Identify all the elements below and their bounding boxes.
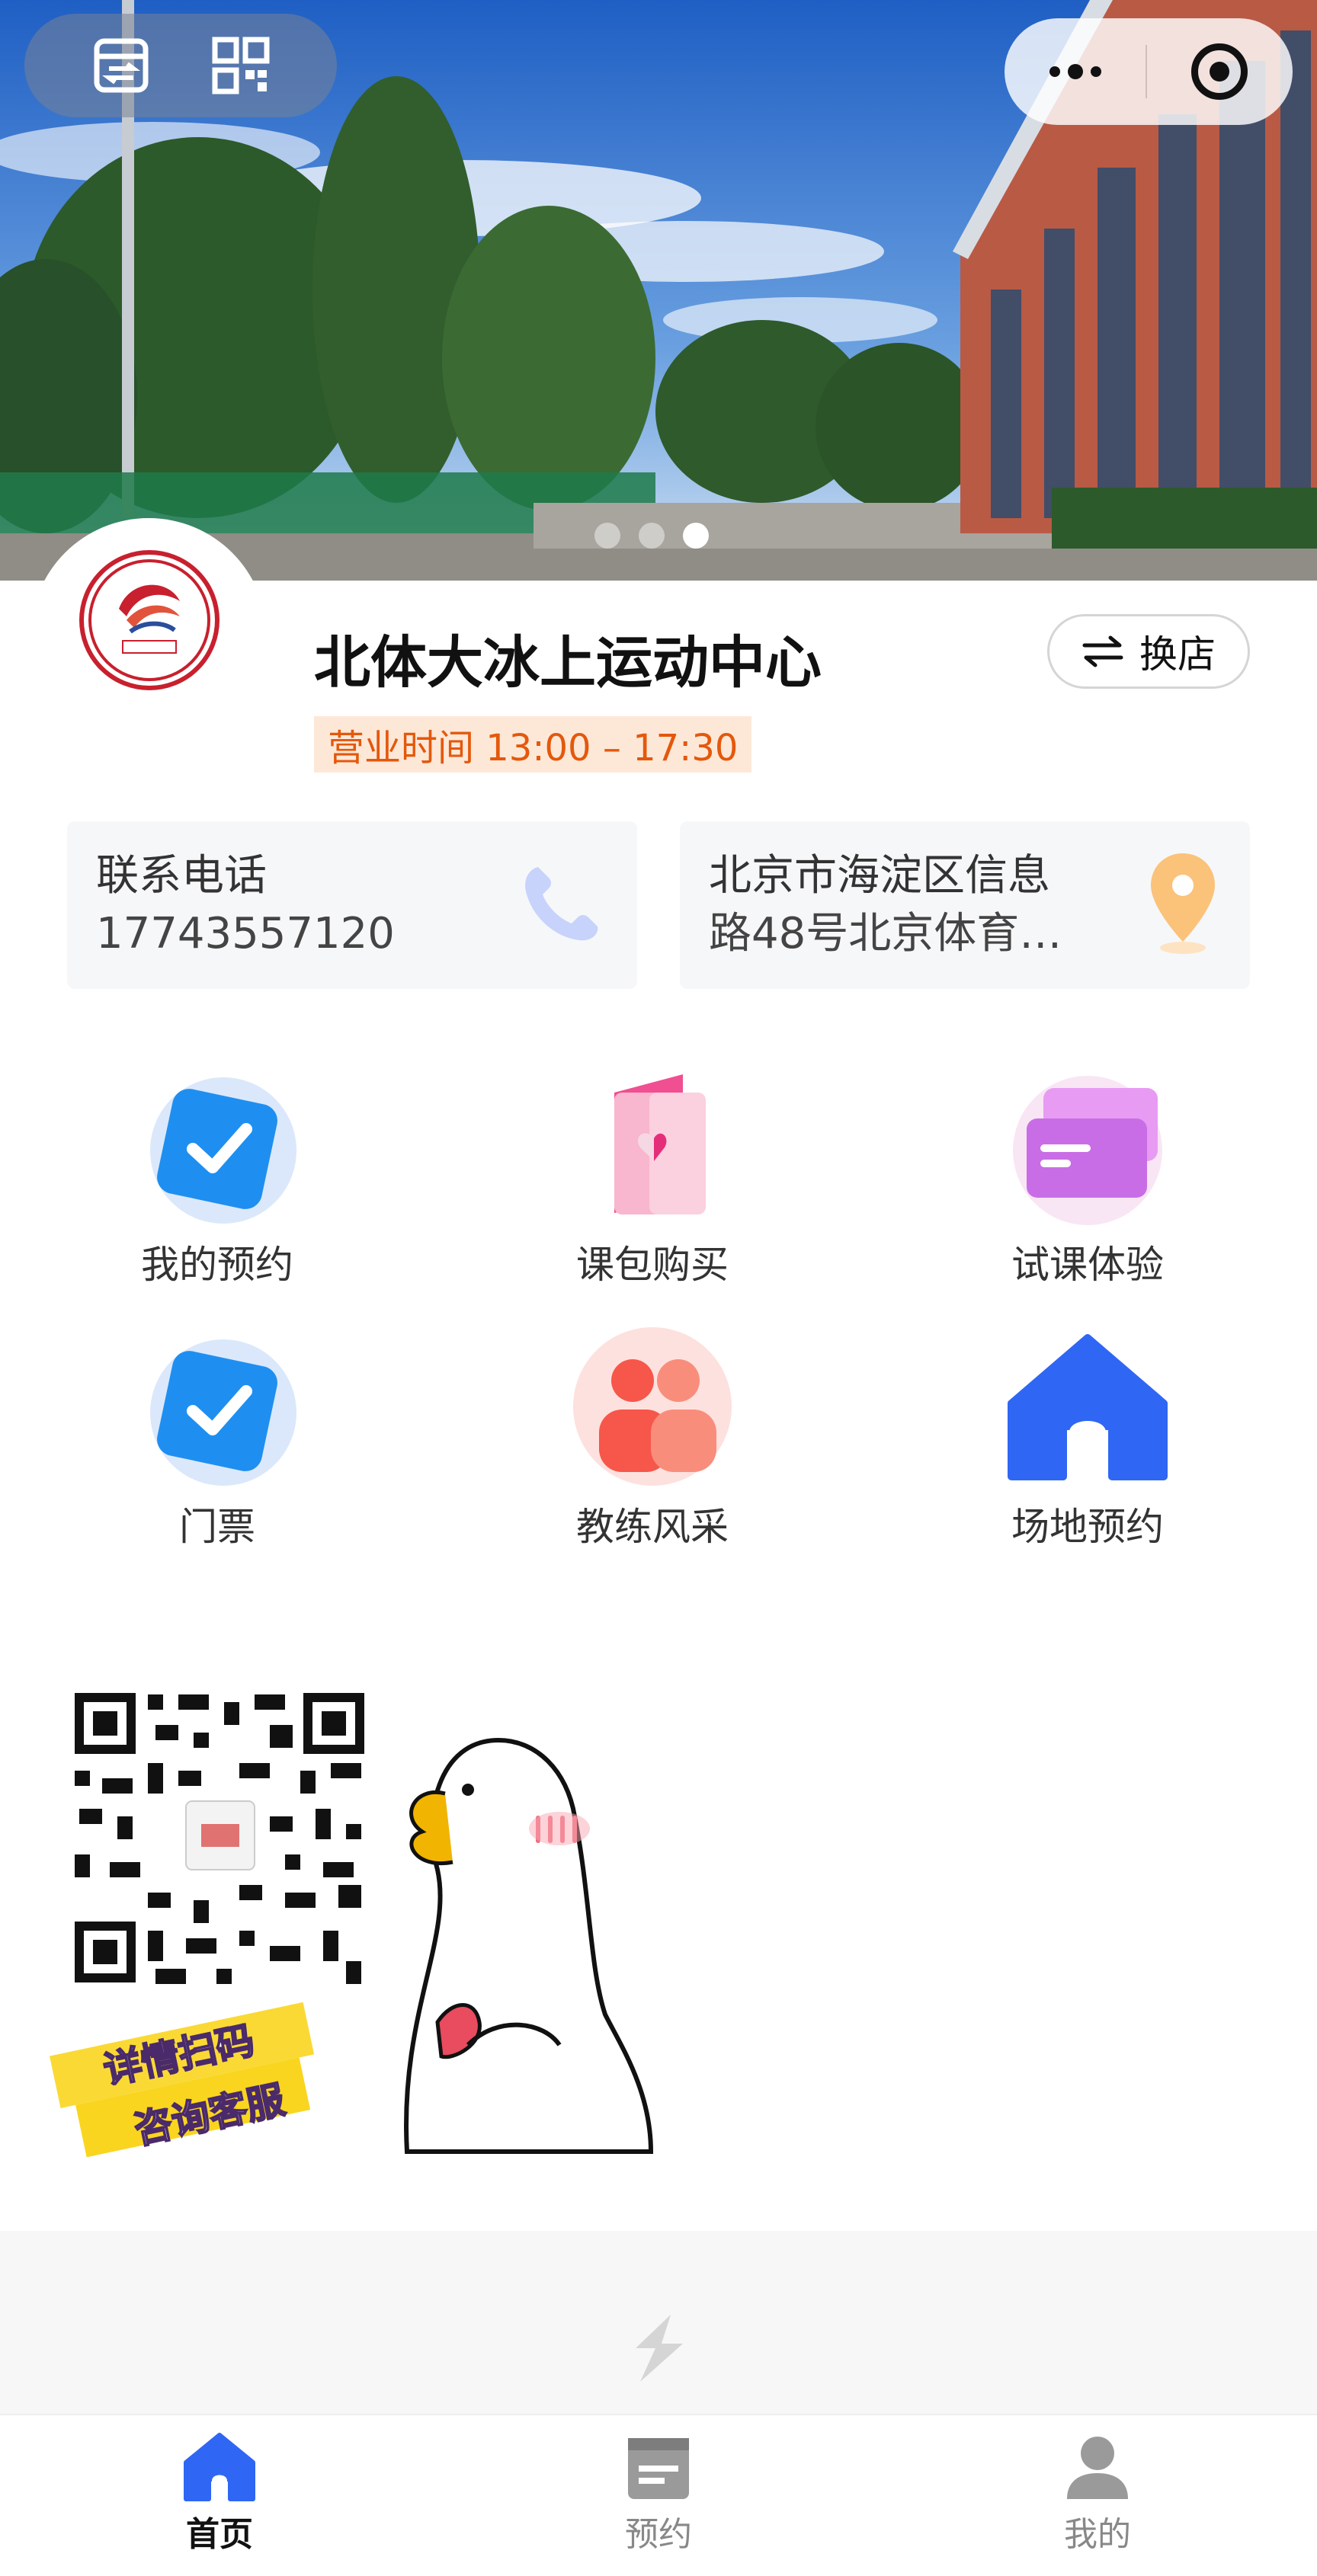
carousel-dot[interactable] [639, 523, 665, 549]
page: 北体大冰上运动中心 换店 营业时间 13:00 – 17:30 联系电话 177… [0, 0, 1317, 2576]
close-target-icon[interactable] [1191, 43, 1248, 100]
duck-illustration [404, 1737, 654, 2154]
phone-card[interactable]: 联系电话 17743557120 [67, 821, 637, 989]
menu-course-package[interactable]: 课包购买 [538, 1065, 767, 1289]
tab-bookings[interactable]: 预约 [582, 2432, 735, 2555]
menu-coaches[interactable]: 教练风采 [538, 1327, 767, 1551]
menu-label: 门票 [179, 1505, 255, 1549]
tab-home[interactable]: 首页 [143, 2432, 296, 2555]
user-tab-icon [1067, 2437, 1128, 2499]
switch-store-button[interactable]: 换店 [1047, 614, 1250, 689]
carousel-dot[interactable] [594, 523, 620, 549]
qr-code-icon[interactable] [210, 35, 271, 96]
store-logo [79, 550, 220, 690]
bottom-tab-bar: 首页 预约 我的 [0, 2414, 1317, 2576]
business-hours-badge: 营业时间 13:00 – 17:30 [314, 716, 752, 773]
brand-mark-icon [636, 2315, 683, 2382]
tab-profile[interactable]: 我的 [1021, 2432, 1174, 2555]
menu-label: 场地预约 [1011, 1505, 1164, 1549]
carousel-dot-active[interactable] [683, 523, 709, 549]
tab-label: 我的 [1064, 2515, 1131, 2554]
hero-banner[interactable] [0, 0, 1317, 581]
capsule-divider [1146, 45, 1147, 98]
menu-tickets[interactable]: 门票 [103, 1327, 332, 1551]
booklet-heart-icon [614, 1074, 706, 1214]
home-icon [1008, 1334, 1168, 1480]
customer-service-qr-code [72, 1690, 369, 1987]
menu-trial-class[interactable]: 试课体验 [973, 1065, 1202, 1289]
menu-label: 我的预约 [141, 1243, 293, 1287]
store-switch-icon[interactable] [91, 35, 152, 96]
menu-my-bookings[interactable]: 我的预约 [103, 1065, 332, 1289]
booking-tab-icon [628, 2438, 689, 2499]
top-left-capsule [24, 14, 337, 117]
location-pin-icon [1151, 853, 1215, 954]
more-icon[interactable] [1049, 64, 1101, 79]
store-name: 北体大冰上运动中心 [314, 630, 822, 696]
cards-icon [1013, 1076, 1162, 1225]
tab-label: 预约 [625, 2515, 692, 2554]
menu-venue-booking[interactable]: 场地预约 [973, 1327, 1202, 1551]
check-badge-icon [150, 1077, 296, 1224]
mini-program-capsule [1005, 18, 1293, 125]
phone-icon [525, 867, 598, 941]
menu-label: 试课体验 [1011, 1243, 1164, 1287]
menu-label: 课包购买 [576, 1243, 729, 1287]
address-card[interactable]: 北京市海淀区信息 路48号北京体育… [680, 821, 1250, 989]
menu-label: 教练风采 [576, 1505, 729, 1549]
swap-arrows-icon [1082, 635, 1123, 667]
check-badge-icon [150, 1339, 296, 1486]
switch-store-label: 换店 [1139, 632, 1216, 677]
footer-area [0, 2231, 1317, 2414]
tab-label: 首页 [186, 2515, 253, 2554]
home-tab-icon [184, 2433, 255, 2501]
carousel-indicator[interactable] [594, 523, 709, 549]
people-icon [573, 1327, 732, 1486]
promo-qr-card[interactable]: 详情扫码 咨询客服 [41, 1618, 666, 2205]
